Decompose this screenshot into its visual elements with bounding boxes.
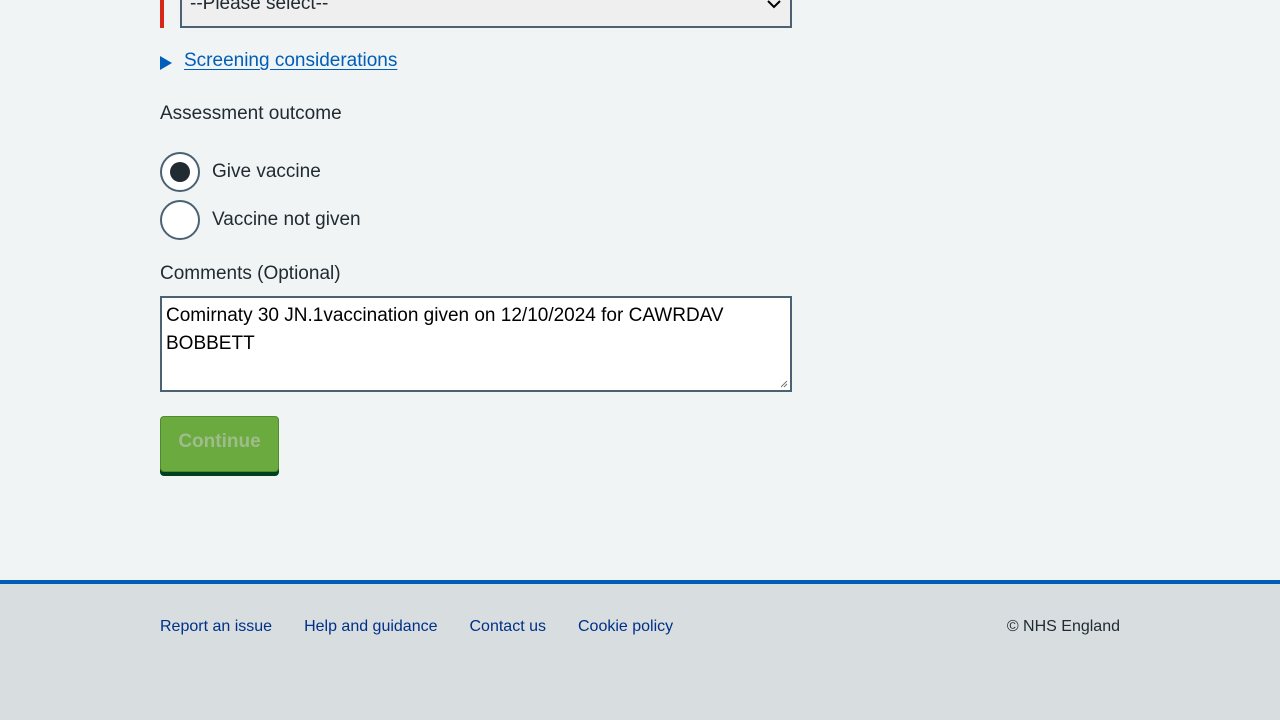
comments-label: Comments (Optional) xyxy=(160,263,341,284)
radio-button-unchecked[interactable] xyxy=(160,200,200,240)
copyright: © NHS England xyxy=(1006,618,1120,635)
select-field-group: --Please select-- xyxy=(160,0,792,28)
radio-label-give-vaccine[interactable]: Give vaccine xyxy=(212,161,321,183)
page: --Please select-- Screening consideratio… xyxy=(0,0,1280,720)
chevron-down-icon xyxy=(766,0,782,12)
radio-label-vaccine-not-given[interactable]: Vaccine not given xyxy=(212,209,361,231)
footer-link-report-issue[interactable]: Report an issue xyxy=(160,618,272,636)
resize-handle-icon[interactable] xyxy=(780,380,788,388)
radio-button-checked[interactable] xyxy=(160,152,200,192)
continue-button[interactable]: Continue xyxy=(160,416,279,472)
footer-link-help-guidance[interactable]: Help and guidance xyxy=(304,618,437,636)
footer-links: Report an issue Help and guidance Contac… xyxy=(160,618,705,636)
footer-link-contact-us[interactable]: Contact us xyxy=(470,618,546,636)
screening-considerations-link[interactable]: Screening considerations xyxy=(184,50,397,72)
comments-text: Comirnaty 30 JN.1vaccination given on 12… xyxy=(166,305,724,354)
radio-vaccine-not-given[interactable]: Vaccine not given xyxy=(160,200,361,240)
radio-give-vaccine[interactable]: Give vaccine xyxy=(160,152,321,192)
footer-link-cookie-policy[interactable]: Cookie policy xyxy=(578,618,673,636)
screening-considerations-details[interactable]: Screening considerations xyxy=(160,50,397,72)
radio-dot xyxy=(170,162,190,182)
footer: Report an issue Help and guidance Contac… xyxy=(0,580,1280,720)
select-value: --Please select-- xyxy=(190,0,329,14)
error-indicator xyxy=(160,0,164,28)
assessment-outcome-legend: Assessment outcome xyxy=(160,103,342,124)
please-select-dropdown[interactable]: --Please select-- xyxy=(180,0,792,28)
comments-textarea[interactable]: Comirnaty 30 JN.1vaccination given on 12… xyxy=(160,296,792,392)
triangle-right-icon xyxy=(160,55,172,70)
